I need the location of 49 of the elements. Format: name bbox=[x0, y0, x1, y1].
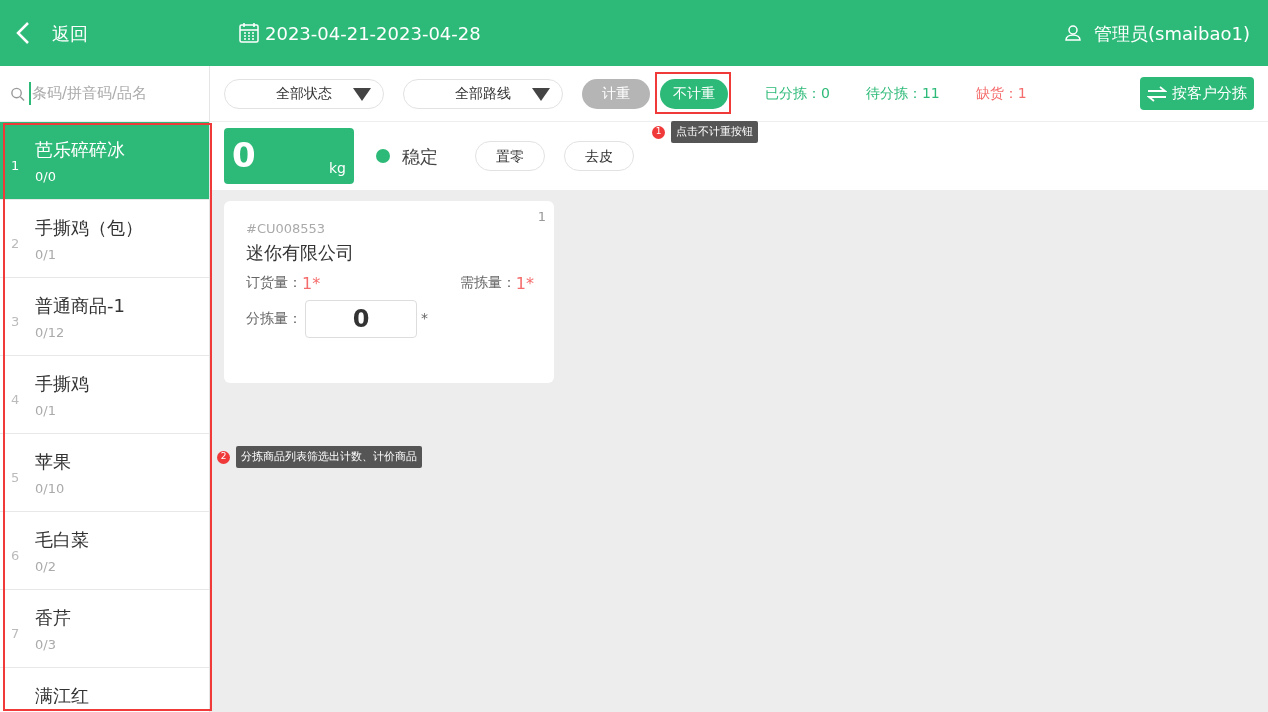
product-name: 手撕鸡（包） bbox=[35, 216, 143, 240]
item-number: 2 bbox=[10, 235, 21, 253]
pick-count: 0/1 bbox=[35, 402, 57, 420]
scale-status: 稳定 bbox=[402, 144, 438, 169]
pick-count: 0/12 bbox=[35, 324, 66, 342]
product-name: 毛白菜 bbox=[35, 528, 89, 552]
picked-quantity-field[interactable]: 0 bbox=[305, 299, 417, 338]
step-badge: 2 bbox=[217, 450, 230, 464]
customer-name: 迷你有限公司 bbox=[246, 240, 355, 265]
ordered-label: 订货量： bbox=[246, 272, 302, 292]
swap-icon bbox=[1147, 85, 1167, 102]
pick-stat: 已分拣：0 bbox=[765, 84, 830, 103]
pick-count: 0/1 bbox=[35, 246, 57, 264]
pick-count: 0/2 bbox=[35, 558, 57, 576]
ordered-value: 1* bbox=[302, 272, 321, 295]
item-number: 3 bbox=[10, 313, 21, 331]
pick-count: 0/10 bbox=[35, 480, 66, 498]
customer-code: #CU008553 bbox=[246, 220, 327, 238]
annotation-tooltip: 点击不计重按钮 bbox=[671, 121, 758, 143]
product-name: 普通商品-1 bbox=[35, 294, 125, 318]
weight-display: 0 kg bbox=[224, 128, 354, 184]
product-name: 苹果 bbox=[35, 450, 71, 474]
user-name: 管理员(smaibao1) bbox=[1094, 21, 1250, 46]
need-value: 1* bbox=[515, 272, 534, 295]
calendar-icon bbox=[238, 22, 260, 44]
need-label: 需拣量： bbox=[459, 272, 516, 292]
caret-icon bbox=[353, 87, 371, 101]
card-number: 1 bbox=[537, 208, 546, 226]
unit-mark: * bbox=[421, 309, 428, 328]
pick-stat: 待分拣：11 bbox=[865, 84, 940, 103]
back-icon bbox=[16, 21, 30, 45]
item-number: 6 bbox=[10, 547, 21, 565]
product-name: 香芹 bbox=[35, 606, 71, 630]
pick-stat: 缺货：1 bbox=[975, 84, 1027, 103]
pick-count: 0/0 bbox=[35, 168, 57, 186]
caret-icon bbox=[532, 87, 550, 101]
user-icon bbox=[1064, 24, 1083, 42]
annotation-tooltip: 分拣商品列表筛选出计数、计价商品 bbox=[236, 446, 422, 468]
product-name: 手撕鸡 bbox=[35, 372, 89, 396]
pick-count: 0/3 bbox=[35, 636, 57, 654]
search-field[interactable]: 条码/拼音码/品名 bbox=[29, 82, 199, 105]
product-name: 满江红 bbox=[35, 684, 89, 708]
item-number: 4 bbox=[10, 391, 21, 409]
item-number: 1 bbox=[10, 157, 21, 175]
item-number: 7 bbox=[10, 625, 21, 643]
product-name: 芭乐碎碎冰 bbox=[35, 138, 125, 162]
picked-label: 分拣量： bbox=[246, 309, 302, 328]
search-icon bbox=[10, 85, 25, 102]
item-number: 5 bbox=[10, 469, 21, 487]
